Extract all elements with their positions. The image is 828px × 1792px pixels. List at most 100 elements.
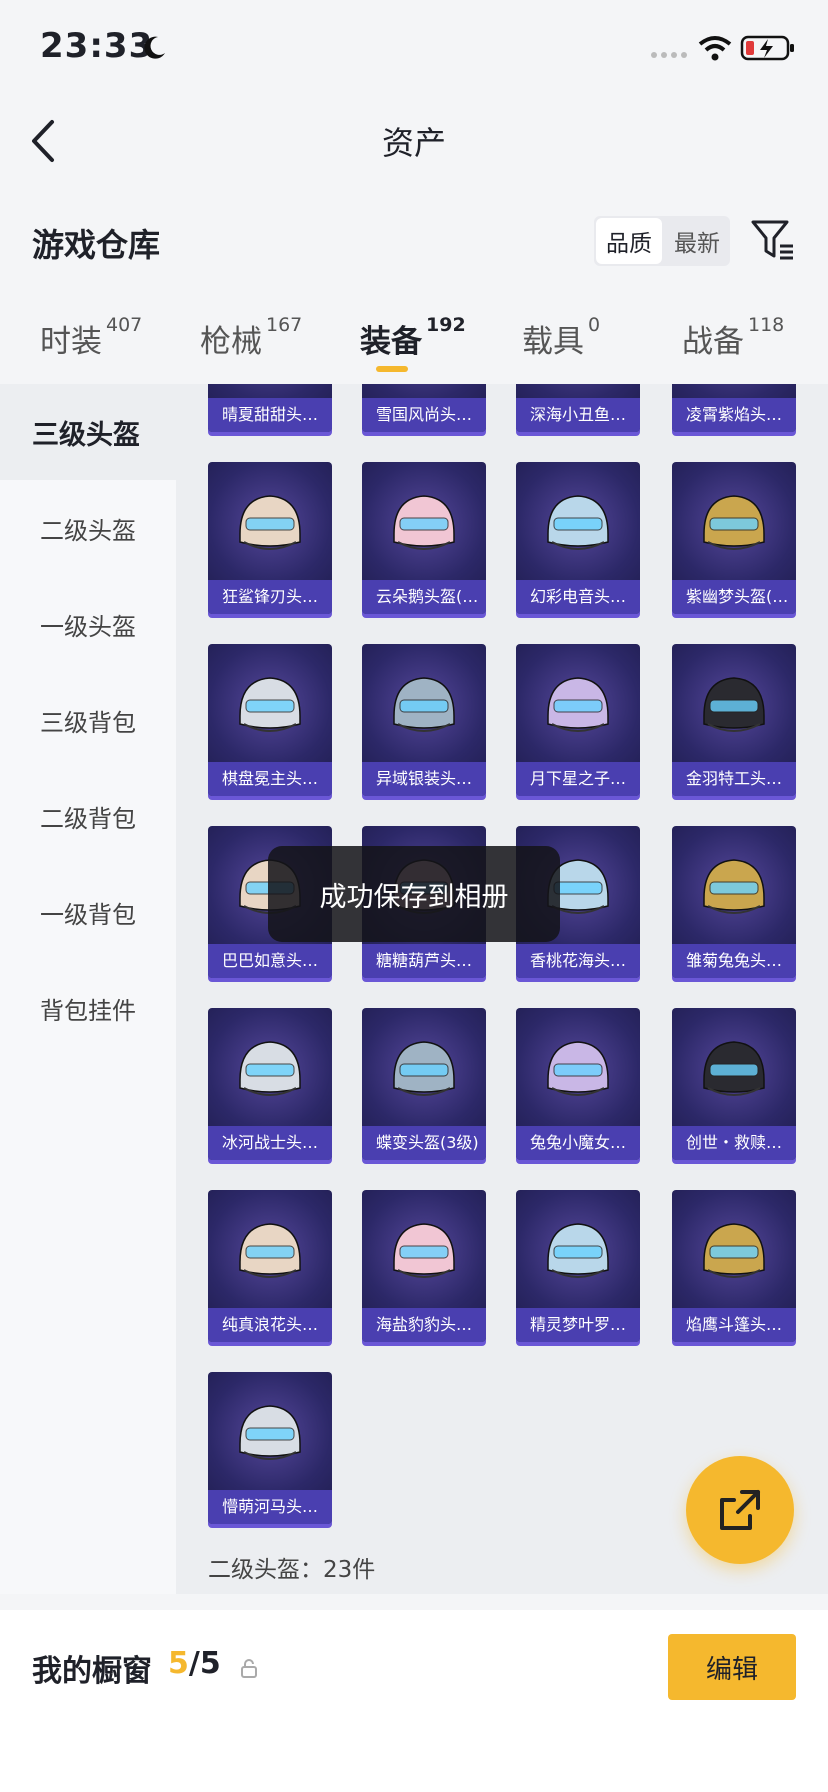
helmet-icon <box>703 1041 765 1096</box>
page-title: 资产 <box>381 124 446 162</box>
item-card-name: 蝶变头盔(3级) <box>362 1126 486 1160</box>
status-bar: 23:33 <box>0 0 828 100</box>
showcase-total: /5 <box>188 1646 221 1681</box>
item-card-name: 紫幽梦头盔(… <box>672 580 796 614</box>
helmet-icon <box>239 1405 301 1460</box>
item-card[interactable]: 雪国风尚头… <box>362 384 486 432</box>
sidebar-item-level1-helmet[interactable]: 一级头盔 <box>0 576 176 672</box>
lock-icon <box>241 1659 257 1678</box>
item-card[interactable]: 狂鲨锋刃头… <box>208 462 332 614</box>
tab-vehicles[interactable]: 载具 0 <box>522 314 601 361</box>
item-count-label: 二级头盔：23件 <box>208 1557 376 1583</box>
item-card[interactable]: 兔兔小魔女… <box>516 1008 640 1160</box>
tab-fashion[interactable]: 时装 407 <box>40 314 143 361</box>
sidebar-item-level2-helmet[interactable]: 二级头盔 <box>0 480 176 576</box>
item-card-name: 巴巴如意头… <box>208 944 332 978</box>
helmet-icon <box>239 1223 301 1278</box>
item-card[interactable]: 懵萌河马头… <box>208 1372 332 1524</box>
item-card-name: 深海小丑鱼… <box>516 398 640 432</box>
tab-label: 时装 <box>40 324 102 360</box>
item-card[interactable]: 金羽特工头… <box>672 644 796 796</box>
helmet-icon <box>239 677 301 732</box>
share-button[interactable] <box>686 1456 794 1564</box>
item-card-name: 雏菊兔兔头… <box>672 944 796 978</box>
signal-dots-icon <box>651 52 687 58</box>
item-card[interactable]: 焰鹰斗篷头… <box>672 1190 796 1342</box>
item-card[interactable]: 创世・救赎… <box>672 1008 796 1160</box>
sort-toggle: 品质 最新 <box>594 216 730 266</box>
helmet-icon <box>547 1223 609 1278</box>
tab-gear[interactable]: 战备 118 <box>682 314 784 361</box>
item-card[interactable]: 冰河战士头… <box>208 1008 332 1160</box>
item-card-name: 糖糖葫芦头… <box>362 944 486 978</box>
sidebar-item-level1-backpack[interactable]: 一级背包 <box>0 864 176 960</box>
helmet-icon <box>393 1223 455 1278</box>
item-card[interactable]: 云朵鹅头盔(… <box>362 462 486 614</box>
item-grid: 晴夏甜甜头… 雪国风尚头… 深海小丑鱼… 凌霄紫焰头… 狂鲨锋刃头… 云朵鹅头盔(… 幻彩电… <box>176 384 828 1594</box>
item-card[interactable]: 蝶变头盔(3级) <box>362 1008 486 1160</box>
tab-count: 192 <box>426 314 466 336</box>
item-card-name: 冰河战士头… <box>208 1126 332 1160</box>
helmet-icon <box>547 495 609 550</box>
item-card-name: 棋盘冕主头… <box>208 762 332 796</box>
item-card-name: 创世・救赎… <box>672 1126 796 1160</box>
share-icon <box>720 1490 760 1530</box>
sidebar-item-backpack-charm[interactable]: 背包挂件 <box>0 960 176 1056</box>
tab-label: 战备 <box>682 324 744 360</box>
item-card[interactable]: 异域银装头… <box>362 644 486 796</box>
item-card[interactable]: 幻彩电音头… <box>516 462 640 614</box>
item-card[interactable]: 海盐豹豹头… <box>362 1190 486 1342</box>
item-card[interactable]: 精灵梦叶罗… <box>516 1190 640 1342</box>
edit-button[interactable]: 编辑 <box>668 1634 796 1700</box>
sort-option-newest[interactable]: 最新 <box>664 216 730 266</box>
item-card[interactable]: 深海小丑鱼… <box>516 384 640 432</box>
tab-weapons[interactable]: 枪械 167 <box>200 314 303 361</box>
item-card-name: 金羽特工头… <box>672 762 796 796</box>
helmet-icon <box>703 495 765 550</box>
helmet-icon <box>239 495 301 550</box>
helmet-icon <box>239 1041 301 1096</box>
item-card-name: 精灵梦叶罗… <box>516 1308 640 1342</box>
wifi-icon <box>698 36 732 61</box>
tab-label: 装备 <box>360 324 422 360</box>
item-card-name: 凌霄紫焰头… <box>672 398 796 432</box>
active-tab-indicator <box>376 366 408 372</box>
item-card-name: 幻彩电音头… <box>516 580 640 614</box>
category-sidebar: 三级头盔 二级头盔 一级头盔 三级背包 二级背包 一级背包 背包挂件 <box>0 384 176 1594</box>
showcase-count: 5/5 <box>168 1646 221 1681</box>
item-card[interactable]: 月下星之子… <box>516 644 640 796</box>
item-card[interactable]: 雏菊兔兔头… <box>672 826 796 978</box>
item-card[interactable]: 纯真浪花头… <box>208 1190 332 1342</box>
showcase-bar: 我的橱窗 5/5 编辑 <box>0 1610 828 1792</box>
category-tabs: 时装 407 枪械 167 装备 192 载具 0 战备 118 <box>0 314 828 378</box>
sidebar-item-level3-helmet[interactable]: 三级头盔 <box>0 384 176 480</box>
item-card-name: 懵萌河马头… <box>208 1490 332 1524</box>
toast-message: 成功保存到相册 <box>268 846 560 942</box>
item-card-name: 香桃花海头… <box>516 944 640 978</box>
helmet-icon <box>703 677 765 732</box>
moon-icon <box>144 36 165 59</box>
item-card-name: 海盐豹豹头… <box>362 1308 486 1342</box>
tab-count: 407 <box>106 314 143 336</box>
tab-equipment[interactable]: 装备 192 <box>360 314 466 361</box>
sidebar-item-level2-backpack[interactable]: 二级背包 <box>0 768 176 864</box>
tab-count: 0 <box>588 314 601 336</box>
item-card[interactable]: 晴夏甜甜头… <box>208 384 332 432</box>
sort-option-quality[interactable]: 品质 <box>596 218 662 264</box>
item-card-name: 云朵鹅头盔(… <box>362 580 486 614</box>
item-card[interactable]: 紫幽梦头盔(… <box>672 462 796 614</box>
tab-label: 枪械 <box>200 324 262 360</box>
section-title: 游戏仓库 <box>32 226 161 264</box>
item-card-name: 狂鲨锋刃头… <box>208 580 332 614</box>
helmet-icon <box>703 1223 765 1278</box>
showcase-label: 我的橱窗 <box>32 1654 152 1689</box>
item-card[interactable]: 棋盘冕主头… <box>208 644 332 796</box>
item-card-name: 雪国风尚头… <box>362 398 486 432</box>
item-card-name: 晴夏甜甜头… <box>208 398 332 432</box>
sidebar-item-level3-backpack[interactable]: 三级背包 <box>0 672 176 768</box>
item-card[interactable]: 凌霄紫焰头… <box>672 384 796 432</box>
filter-icon[interactable] <box>750 218 796 262</box>
helmet-icon <box>547 677 609 732</box>
tab-count: 167 <box>266 314 303 336</box>
battery-charging-icon <box>740 35 794 61</box>
